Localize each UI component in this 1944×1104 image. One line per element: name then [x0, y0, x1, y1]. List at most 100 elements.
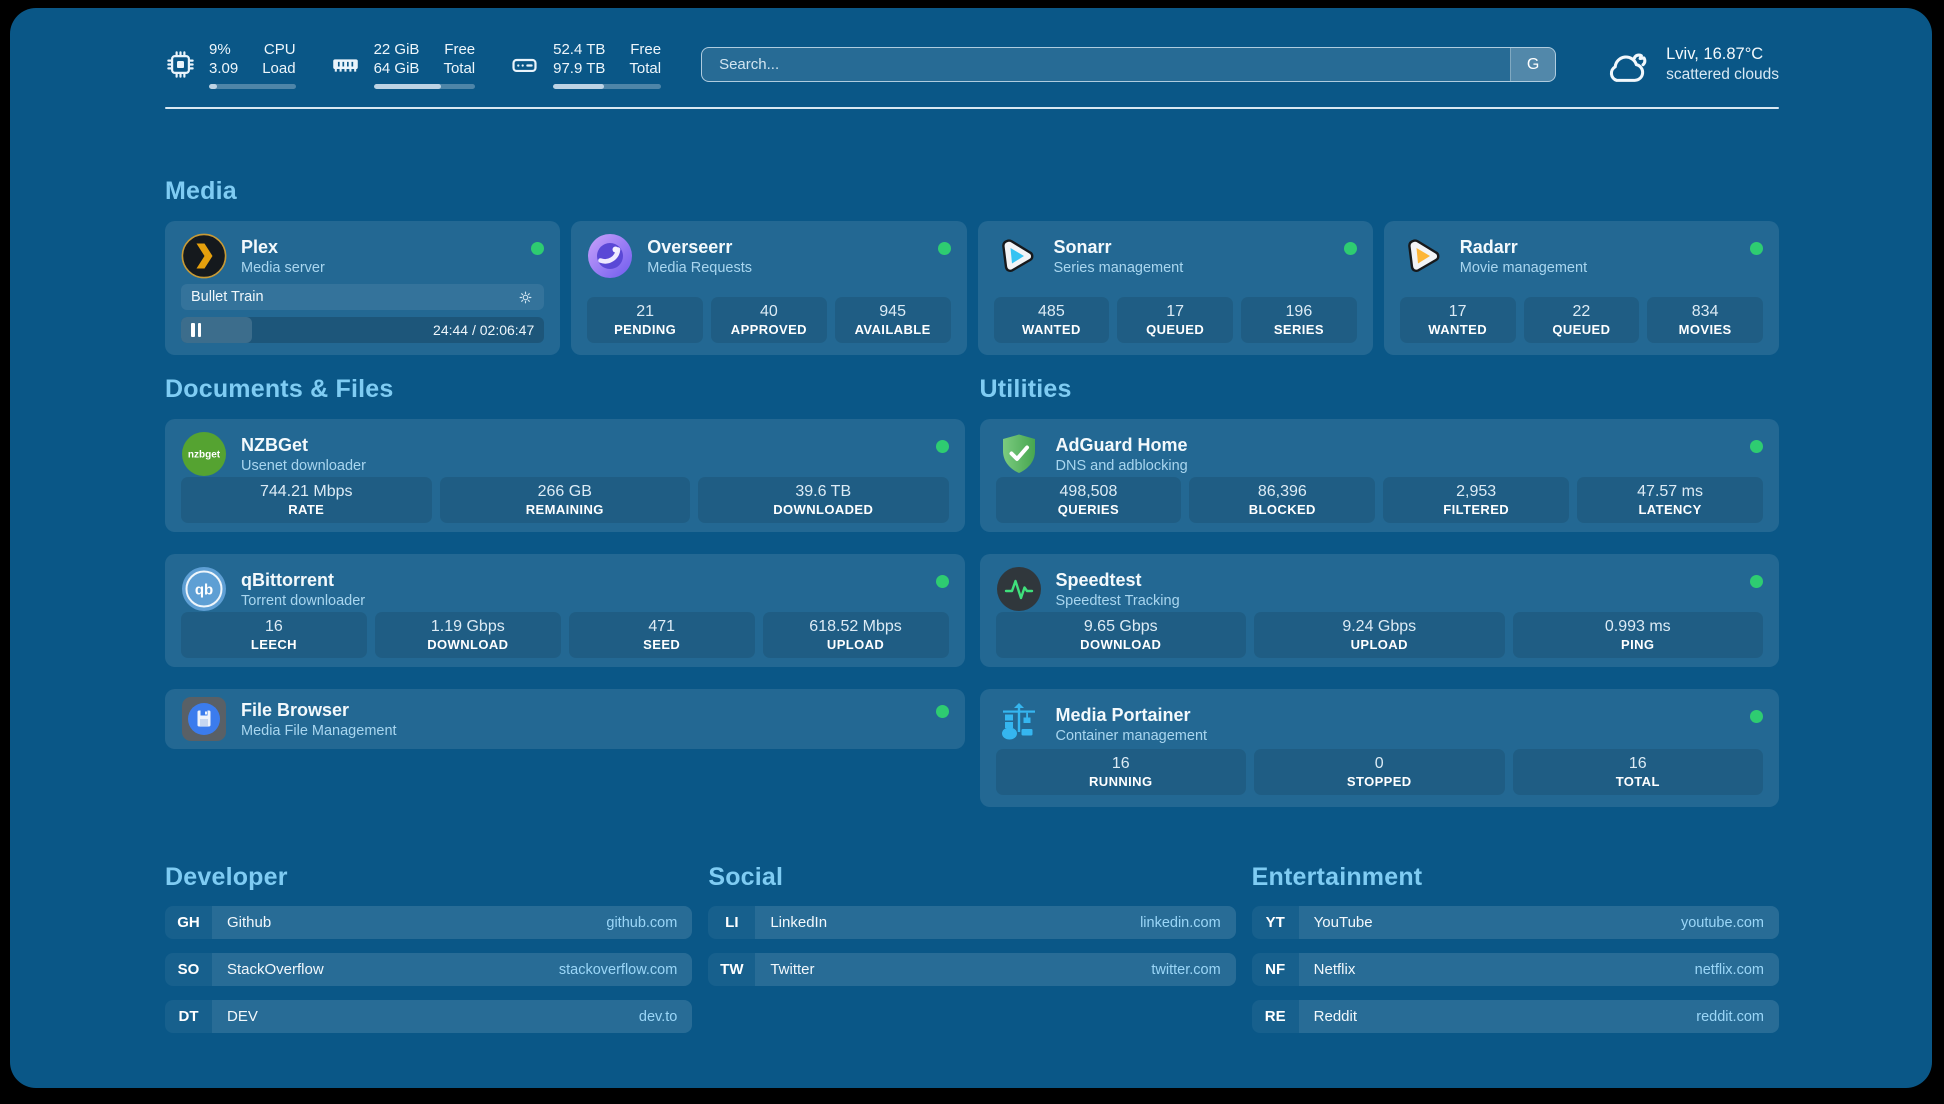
portainer-card[interactable]: Media Portainer Container management 16 … — [980, 689, 1780, 807]
link-name: LinkedIn — [770, 914, 827, 931]
link-abbr: DT — [165, 1000, 212, 1033]
app-name: qBittorrent — [241, 569, 365, 591]
disk-stat: 52.4 TB 97.9 TB Free Total — [509, 40, 661, 89]
overseerr-icon — [587, 233, 633, 279]
stat-label: MOVIES — [1679, 322, 1732, 337]
stat-label: DOWNLOADED — [773, 502, 873, 517]
radarr-card[interactable]: Radarr Movie management 17 WANTED 22 QUE… — [1384, 221, 1779, 355]
adguard-card[interactable]: AdGuard Home DNS and adblocking 498,508 … — [980, 419, 1780, 532]
ram-free-value: 22 GiB — [374, 40, 420, 59]
app-subtitle: Media Requests — [647, 260, 752, 276]
stat-value: 22 — [1572, 303, 1590, 321]
disk-progress-bar — [553, 84, 661, 89]
link-twitter[interactable]: TW Twitter twitter.com — [708, 953, 1235, 986]
stat-label: STOPPED — [1347, 774, 1412, 789]
stat-value: 86,396 — [1258, 483, 1307, 501]
app-subtitle: Media File Management — [241, 723, 397, 739]
plex-card[interactable]: Plex Media server Bullet Train — [165, 221, 560, 355]
link-netflix[interactable]: NF Netflix netflix.com — [1252, 953, 1779, 986]
stat-label: FILTERED — [1443, 502, 1509, 517]
stat-label: WANTED — [1022, 322, 1081, 337]
stat-box: 21 PENDING — [587, 297, 703, 343]
stat-box: 196 SERIES — [1241, 297, 1357, 343]
link-linkedin[interactable]: LI LinkedIn linkedin.com — [708, 906, 1235, 939]
cpu-load-value: 3.09 — [209, 59, 238, 78]
link-domain: github.com — [606, 915, 677, 931]
sonarr-card[interactable]: Sonarr Series management 485 WANTED 17 Q… — [978, 221, 1373, 355]
qbittorrent-card[interactable]: qb qBittorrent Torrent downloader 16 LEE… — [165, 554, 965, 667]
stat-box: 471 SEED — [569, 612, 755, 658]
stat-box: 9.24 Gbps UPLOAD — [1254, 612, 1505, 658]
filebrowser-card[interactable]: File Browser Media File Management — [165, 689, 965, 749]
link-domain: netflix.com — [1695, 962, 1764, 978]
stat-value: 0.993 ms — [1605, 618, 1671, 636]
stat-box: 17 QUEUED — [1117, 297, 1233, 343]
svg-text:nzbget: nzbget — [188, 450, 221, 461]
disk-icon — [509, 49, 540, 80]
status-dot — [531, 242, 544, 255]
weather-widget: Lviv, 16.87°C scattered clouds — [1604, 44, 1779, 85]
link-reddit[interactable]: RE Reddit reddit.com — [1252, 1000, 1779, 1033]
link-github[interactable]: GH Github github.com — [165, 906, 692, 939]
status-dot — [1750, 440, 1763, 453]
status-dot — [936, 705, 949, 718]
pause-icon[interactable] — [191, 323, 203, 337]
nzbget-card[interactable]: nzbget NZBGet Usenet downloader 744.21 M… — [165, 419, 965, 532]
cpu-load-label: Load — [262, 59, 295, 78]
stat-box: 266 GB REMAINING — [440, 477, 691, 523]
app-subtitle: Usenet downloader — [241, 458, 366, 474]
overseerr-card[interactable]: Overseerr Media Requests 21 PENDING 40 A… — [571, 221, 966, 355]
search-engine-button[interactable]: G — [1510, 48, 1555, 81]
stat-value: 9.65 Gbps — [1084, 618, 1158, 636]
link-abbr: RE — [1252, 1000, 1299, 1033]
status-dot — [936, 440, 949, 453]
stat-label: BLOCKED — [1249, 502, 1316, 517]
stat-box: 86,396 BLOCKED — [1189, 477, 1375, 523]
stat-label: DOWNLOAD — [427, 637, 508, 652]
adguard-icon — [996, 431, 1042, 477]
link-name: Reddit — [1314, 1008, 1357, 1025]
gear-icon[interactable] — [517, 289, 534, 306]
app-name: File Browser — [241, 699, 397, 721]
stat-box: 16 RUNNING — [996, 749, 1247, 795]
link-domain: reddit.com — [1696, 1009, 1764, 1025]
stat-label: UPLOAD — [827, 637, 884, 652]
stat-value: 618.52 Mbps — [809, 618, 902, 636]
link-abbr: YT — [1252, 906, 1299, 939]
link-domain: twitter.com — [1151, 962, 1220, 978]
stat-label: QUEUED — [1552, 322, 1610, 337]
stat-label: RUNNING — [1089, 774, 1152, 789]
stat-box: 16 TOTAL — [1513, 749, 1764, 795]
app-subtitle: Container management — [1056, 728, 1208, 744]
stat-box: 0.993 ms PING — [1513, 612, 1764, 658]
stat-value: 17 — [1166, 303, 1184, 321]
stat-box: 834 MOVIES — [1647, 297, 1763, 343]
now-playing-title: Bullet Train — [191, 289, 264, 305]
stat-label: AVAILABLE — [855, 322, 931, 337]
speedtest-card[interactable]: Speedtest Speedtest Tracking 9.65 Gbps D… — [980, 554, 1780, 667]
portainer-icon — [996, 701, 1042, 747]
status-dot — [1750, 710, 1763, 723]
playback-time: 24:44 / 02:06:47 — [433, 317, 534, 343]
section-title-social: Social — [708, 863, 1235, 892]
link-dev[interactable]: DT DEV dev.to — [165, 1000, 692, 1033]
weather-location-temp: Lviv, 16.87°C — [1666, 44, 1779, 65]
ram-free-label: Free — [443, 40, 475, 59]
link-youtube[interactable]: YT YouTube youtube.com — [1252, 906, 1779, 939]
app-name: AdGuard Home — [1056, 434, 1188, 456]
cpu-progress-fill — [209, 84, 217, 89]
app-name: Speedtest — [1056, 569, 1180, 591]
stat-value: 16 — [1112, 755, 1130, 773]
now-playing-row: Bullet Train — [181, 284, 544, 310]
app-subtitle: Torrent downloader — [241, 593, 365, 609]
link-stackoverflow[interactable]: SO StackOverflow stackoverflow.com — [165, 953, 692, 986]
app-name: Overseerr — [647, 236, 752, 258]
section-title-media: Media — [165, 177, 1779, 206]
svg-text:qb: qb — [195, 582, 213, 599]
section-title-documents: Documents & Files — [165, 375, 965, 404]
cpu-usage-label: CPU — [262, 40, 295, 59]
link-name: Netflix — [1314, 961, 1356, 978]
search-input[interactable] — [701, 47, 1556, 82]
app-name: Radarr — [1460, 236, 1587, 258]
link-domain: youtube.com — [1681, 915, 1764, 931]
